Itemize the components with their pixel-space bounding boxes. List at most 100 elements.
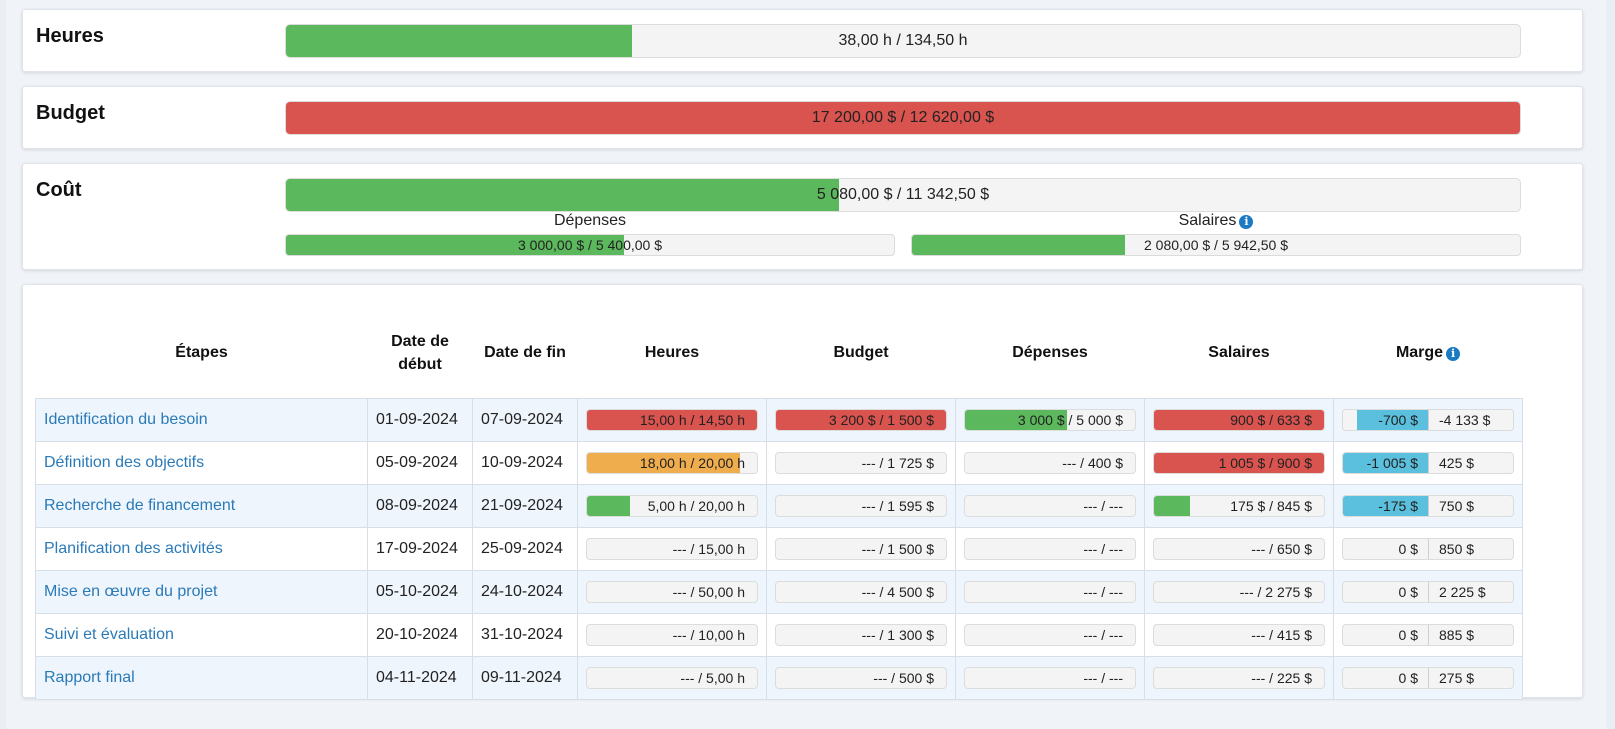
salaires-bar: 1 005 $ / 900 $	[1153, 451, 1325, 474]
start-date-cell: 05-10-2024	[367, 569, 473, 614]
header-etapes[interactable]: Étapes	[36, 308, 368, 398]
heures-cell: --- / 15,00 h	[577, 526, 767, 571]
budget-bar: --- / 1 500 $	[775, 537, 947, 560]
info-icon[interactable]: i	[1446, 347, 1461, 362]
end-date-cell: 10-09-2024	[472, 440, 578, 485]
salaires-bar: --- / 650 $	[1153, 537, 1325, 560]
steps-panel: Étapes Date de début Date de fin Heures …	[22, 284, 1583, 700]
salaires-bar: --- / 225 $	[1153, 666, 1325, 689]
budget-title: Budget	[36, 102, 105, 124]
budget-cell: --- / 1 725 $	[766, 440, 956, 485]
heures-bar-text: 18,00 h / 20,00 h	[639, 454, 745, 471]
step-link[interactable]: Rapport final	[44, 669, 135, 686]
heures-progress-bar: 38,00 h / 134,50 h	[285, 24, 1521, 58]
depenses-cell: --- / ---	[955, 655, 1145, 700]
depenses-bar: --- / ---	[964, 580, 1136, 603]
heures-progress-text: 38,00 h / 134,50 h	[838, 32, 968, 49]
depenses-bar: --- / ---	[964, 666, 1136, 689]
salaires-progress-bar: 2 080,00 $ / 5 942,50 $	[911, 234, 1521, 256]
heures-bar-text: 5,00 h / 20,00 h	[647, 497, 745, 514]
marge-right-text: 2 225 $	[1439, 583, 1486, 600]
marge-bar: -700 $ -4 133 $	[1342, 408, 1514, 431]
marge-left: -175 $	[1343, 495, 1429, 516]
end-date-cell: 24-10-2024	[472, 569, 578, 614]
budget-bar: --- / 500 $	[775, 666, 947, 689]
budget-bar: --- / 1 725 $	[775, 451, 947, 474]
step-name-cell: Mise en œuvre du projet	[35, 569, 368, 614]
start-date: 05-10-2024	[376, 582, 458, 600]
salaires-cell: 1 005 $ / 900 $	[1144, 440, 1334, 485]
table-row: Planification des activités 17-09-2024 25-…	[35, 526, 1523, 571]
step-name-cell: Suivi et évaluation	[35, 612, 368, 657]
heures-panel: Heures 38,00 h / 134,50 h	[22, 9, 1583, 72]
step-link[interactable]: Recherche de financement	[44, 497, 235, 514]
depenses-cell: 3 000 $ / 5 000 $	[955, 397, 1145, 442]
cout-progress-bar: 5 080,00 $ / 11 342,50 $	[285, 178, 1521, 212]
budget-progress-text: 17 200,00 $ / 12 620,00 $	[811, 109, 995, 126]
budget-bar: --- / 4 500 $	[775, 580, 947, 603]
marge-right-text: 425 $	[1439, 454, 1475, 471]
step-link[interactable]: Suivi et évaluation	[44, 626, 174, 643]
budget-bar-text: --- / 500 $	[873, 669, 934, 686]
end-date: 09-11-2024	[481, 668, 562, 686]
heures-bar-text: --- / 50,00 h	[672, 583, 745, 600]
budget-cell: --- / 4 500 $	[766, 569, 956, 614]
marge-right-text: 750 $	[1439, 497, 1475, 514]
salaires-cell: --- / 225 $	[1144, 655, 1334, 700]
table-row: Mise en œuvre du projet 05-10-2024 24-10-2…	[35, 569, 1523, 614]
end-date: 07-09-2024	[481, 410, 563, 428]
heures-bar: 15,00 h / 14,50 h	[586, 408, 758, 431]
salaires-label: Salaires	[1178, 212, 1237, 229]
header-date-debut[interactable]: Date de début	[368, 308, 473, 398]
depenses-bar-text: --- / ---	[1083, 583, 1123, 600]
end-date-cell: 31-10-2024	[472, 612, 578, 657]
step-link[interactable]: Planification des activités	[44, 540, 223, 557]
budget-bar-text: --- / 1 500 $	[861, 540, 934, 557]
marge-left: 0 $	[1343, 581, 1429, 602]
step-name-cell: Rapport final	[35, 655, 368, 700]
marge-left-text: 0 $	[1398, 583, 1418, 600]
end-date-cell: 21-09-2024	[472, 483, 578, 528]
marge-left-text: 0 $	[1398, 626, 1418, 643]
salaires-bar-fill	[1154, 495, 1190, 516]
salaires-bar: 900 $ / 633 $	[1153, 408, 1325, 431]
salaires-bar-text: 175 $ / 845 $	[1230, 497, 1312, 514]
marge-bar: -175 $ 750 $	[1342, 494, 1514, 517]
step-link[interactable]: Mise en œuvre du projet	[44, 583, 217, 600]
header-depenses[interactable]: Dépenses	[956, 308, 1145, 398]
header-budget[interactable]: Budget	[767, 308, 956, 398]
marge-right-text: 275 $	[1439, 669, 1475, 686]
marge-left-text: -700 $	[1378, 411, 1418, 428]
header-marge[interactable]: Marge	[1396, 344, 1443, 361]
table-row: Rapport final 04-11-2024 09-11-2024 --- / 5…	[35, 655, 1523, 700]
info-icon[interactable]: i	[1239, 215, 1254, 229]
marge-bar: 0 $ 850 $	[1342, 537, 1514, 560]
heures-bar: 18,00 h / 20,00 h	[586, 451, 758, 474]
table-row: Définition des objectifs 05-09-2024 10-09-…	[35, 440, 1523, 485]
header-date-fin[interactable]: Date de fin	[473, 308, 578, 398]
table-row: Identification du besoin 01-09-2024 07-09-…	[35, 397, 1523, 442]
heures-bar-text: --- / 10,00 h	[672, 626, 745, 643]
budget-bar-text: --- / 4 500 $	[861, 583, 934, 600]
budget-bar: --- / 1 300 $	[775, 623, 947, 646]
salaires-bar-text: 1 005 $ / 900 $	[1218, 454, 1312, 471]
step-link[interactable]: Définition des objectifs	[44, 454, 204, 471]
depenses-bar: --- / ---	[964, 537, 1136, 560]
marge-left: -1 005 $	[1343, 452, 1429, 473]
budget-bar-text: --- / 1 595 $	[861, 497, 934, 514]
budget-progress-bar: 17 200,00 $ / 12 620,00 $	[285, 101, 1521, 135]
budget-bar-text: 3 200 $ / 1 500 $	[828, 411, 934, 428]
step-link[interactable]: Identification du besoin	[44, 411, 208, 428]
heures-bar-text: --- / 15,00 h	[672, 540, 745, 557]
start-date: 01-09-2024	[376, 410, 458, 428]
header-salaires[interactable]: Salaires	[1145, 308, 1334, 398]
heures-bar: --- / 10,00 h	[586, 623, 758, 646]
header-heures[interactable]: Heures	[578, 308, 767, 398]
marge-cell: 0 $ 275 $	[1333, 655, 1523, 700]
heures-bar-text: 15,00 h / 14,50 h	[639, 411, 745, 428]
heures-cell: --- / 50,00 h	[577, 569, 767, 614]
heures-cell: 5,00 h / 20,00 h	[577, 483, 767, 528]
heures-cell: --- / 5,00 h	[577, 655, 767, 700]
salaires-bar: --- / 415 $	[1153, 623, 1325, 646]
depenses-bar-text: --- / ---	[1083, 497, 1123, 514]
